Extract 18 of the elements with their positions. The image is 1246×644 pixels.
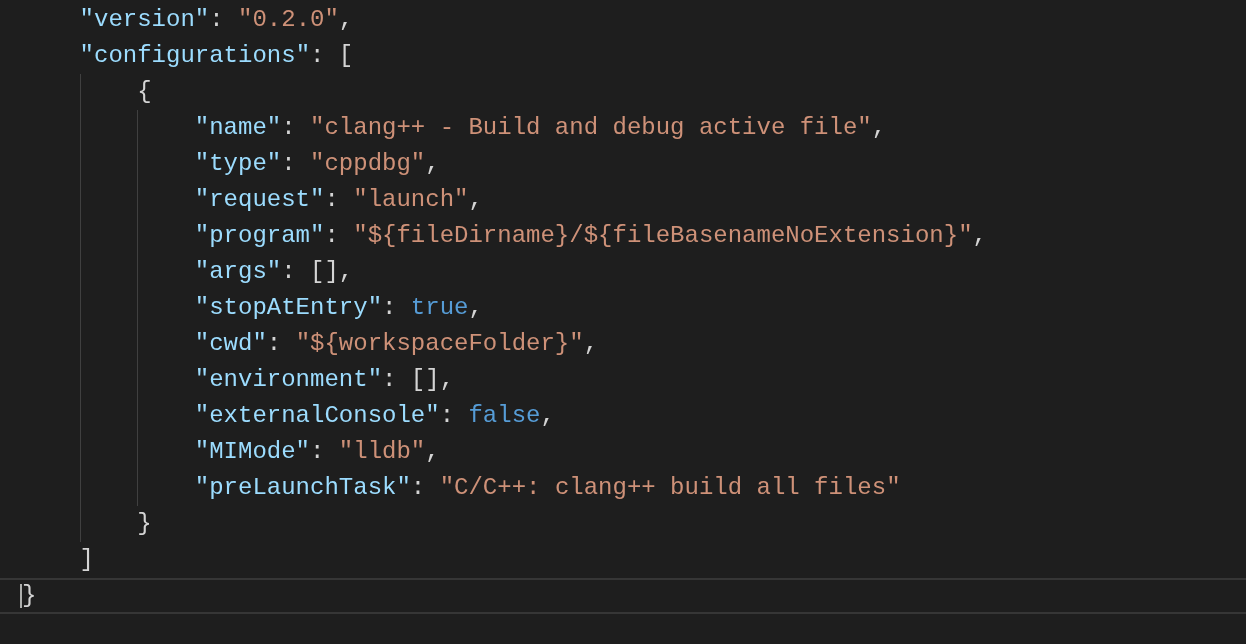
code-line: "externalConsole": false, [194, 401, 555, 431]
code-line: "configurations": [ [79, 41, 354, 71]
code-line: "type": "cppdbg", [194, 149, 440, 179]
code-line: "version": "0.2.0", [79, 5, 354, 35]
code-line: "stopAtEntry": true, [194, 293, 483, 323]
code-line: "name": "clang++ - Build and debug active file", [194, 113, 887, 143]
text-cursor [20, 584, 22, 608]
code-line: "args": [], [194, 257, 354, 287]
code-line: "MIMode": "lldb", [194, 437, 440, 467]
code-line: "environment": [], [194, 365, 455, 395]
code-line: "cwd": "${workspaceFolder}", [194, 329, 599, 359]
code-line: { [137, 77, 152, 107]
code-line: "program": "${fileDirname}/${fileBasenameNoExtension}", [194, 221, 987, 251]
code-line: "preLaunchTask": "C/C++: clang++ build all files" [194, 473, 901, 503]
code-line: ] [79, 545, 94, 575]
code-line: "request": "launch", [194, 185, 483, 215]
code-line: } [22, 581, 37, 611]
code-line: } [137, 509, 152, 539]
